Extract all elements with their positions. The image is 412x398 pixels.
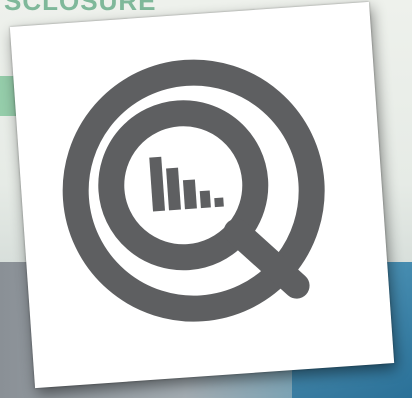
bar-3: [182, 179, 197, 210]
header-text: SCLOSURE: [4, 0, 157, 16]
bar-4: [199, 190, 211, 209]
bar-chart-glyph: [149, 156, 224, 212]
icon-card: [9, 1, 395, 389]
bar-5: [214, 197, 224, 208]
magnifier-bar-chart-icon: [62, 59, 325, 322]
bar-2: [166, 167, 181, 211]
bar-1: [149, 156, 165, 212]
